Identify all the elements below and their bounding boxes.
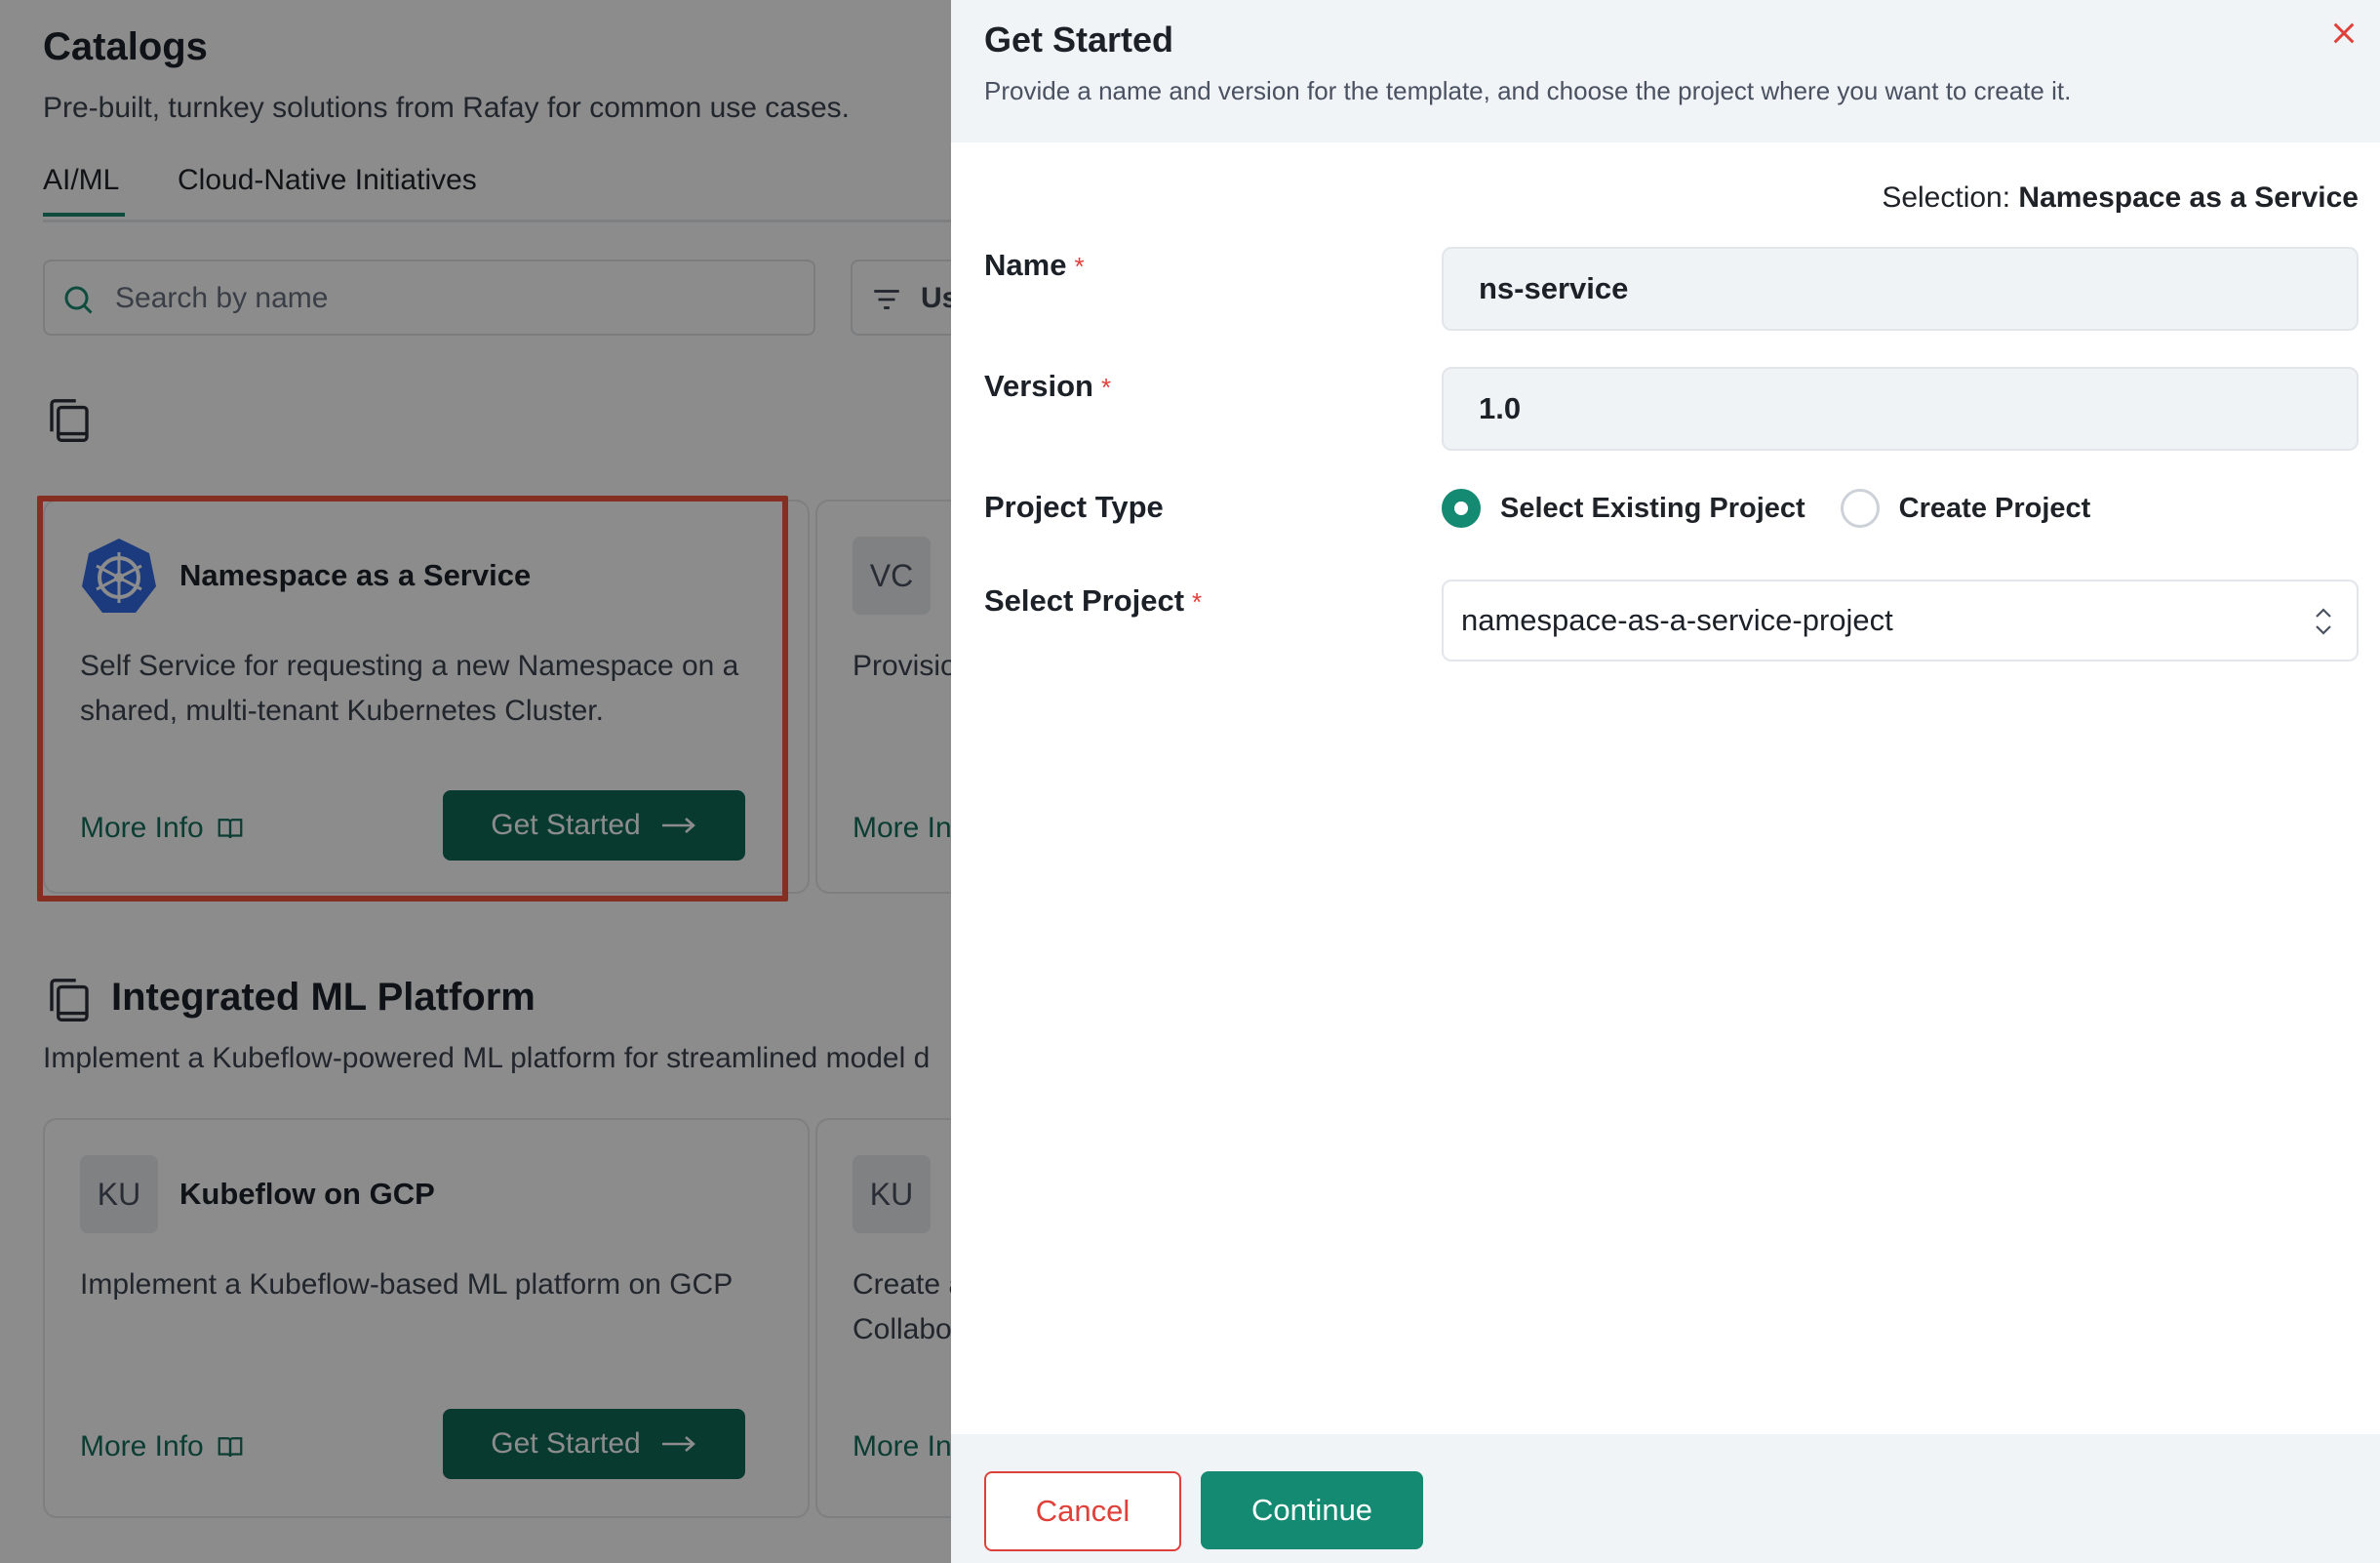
version-label-text: Version xyxy=(984,369,1093,403)
drawer-footer: Cancel Continue xyxy=(951,1434,2380,1563)
radio-unchecked-indicator xyxy=(1840,489,1880,528)
name-field[interactable]: ns-service xyxy=(1442,247,2359,331)
required-asterisk: * xyxy=(1101,373,1112,402)
version-field[interactable]: 1.0 xyxy=(1442,367,2359,451)
drawer-title: Get Started xyxy=(984,20,1174,60)
name-label-text: Name xyxy=(984,248,1067,282)
close-icon[interactable] xyxy=(2328,18,2360,49)
radio-create-project[interactable]: Create Project xyxy=(1840,489,2091,528)
get-started-drawer: Get Started Provide a name and version f… xyxy=(951,0,2380,1563)
required-asterisk: * xyxy=(1074,252,1085,281)
radio-checked-indicator xyxy=(1442,489,1481,528)
continue-button[interactable]: Continue xyxy=(1201,1471,1423,1549)
version-field-value: 1.0 xyxy=(1479,391,1522,425)
modal-backdrop[interactable] xyxy=(0,0,951,1563)
radio-select-existing-project[interactable]: Select Existing Project xyxy=(1442,489,1805,528)
version-label: Version * xyxy=(984,369,1111,404)
select-project-dropdown[interactable]: namespace-as-a-service-project xyxy=(1442,580,2359,661)
chevron-up-down-icon xyxy=(2316,608,2331,635)
selection-value: Namespace as a Service xyxy=(2018,181,2359,214)
name-label: Name * xyxy=(984,248,1085,283)
project-type-radio-group: Select Existing Project Create Project xyxy=(1442,486,2090,531)
drawer-subtitle: Provide a name and version for the templ… xyxy=(984,76,2072,105)
drawer-header: Get Started Provide a name and version f… xyxy=(951,0,2380,142)
selection-label: Selection: xyxy=(1882,181,2011,214)
required-asterisk: * xyxy=(1192,587,1203,617)
select-project-label-text: Select Project xyxy=(984,583,1185,618)
selection-summary: Selection: Namespace as a Service xyxy=(1882,181,2359,215)
select-project-value: namespace-as-a-service-project xyxy=(1461,603,1893,637)
select-project-label: Select Project * xyxy=(984,583,1202,619)
name-field-value: ns-service xyxy=(1479,271,1629,305)
radio-label: Select Existing Project xyxy=(1500,492,1805,524)
cancel-button[interactable]: Cancel xyxy=(984,1471,1181,1551)
project-type-label: Project Type xyxy=(984,490,1164,524)
radio-label: Create Project xyxy=(1898,492,2091,524)
